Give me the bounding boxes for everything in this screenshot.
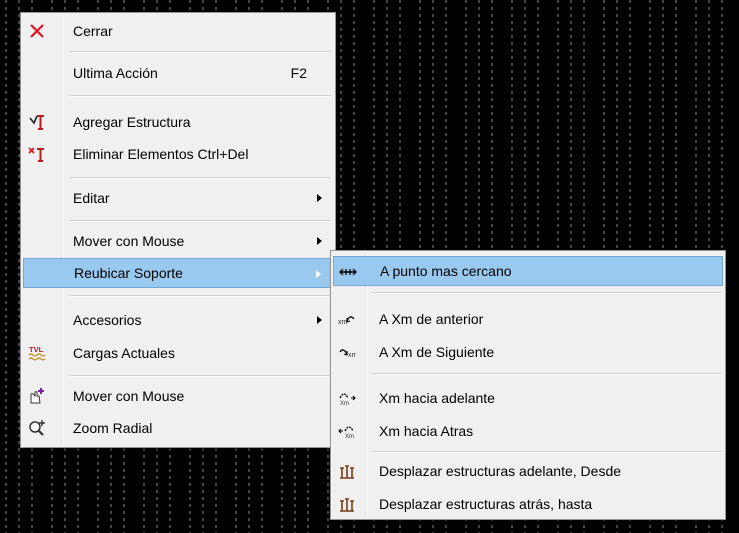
shift-forward-icon [335,459,359,483]
menu-separator [371,373,721,375]
close-icon [25,19,49,43]
svg-text:Xm: Xm [345,434,354,439]
submenu-item-xm-anterior[interactable]: xm A Xm de anterior [333,304,723,334]
submenu-item-label: Desplazar estructuras adelante, Desde [379,463,622,479]
submenu-item-xm-adelante[interactable]: Xm Xm hacia adelante [333,383,723,413]
menu-separator [69,51,331,53]
xm-forward-icon: Xm [335,386,359,410]
add-structure-icon [25,110,49,134]
submenu-item-label: Xm hacia adelante [379,390,495,406]
menu-item-label: Ultima Acción [73,65,158,81]
submenu-item-label: Desplazar estructuras atrás, hasta [379,496,593,512]
menu-item-label: Cargas Actuales [73,345,175,361]
menu-item-label: Accesorios [73,312,142,328]
submenu-item-xm-siguiente[interactable]: xm A Xm de Siguiente [333,337,723,367]
submenu-item-label: A Xm de anterior [379,311,484,327]
move-mouse-icon [25,384,49,408]
menu-separator [69,295,331,297]
menu-item-label: Reubicar Soporte [74,265,183,281]
menu-item-label: Agregar Estructura [73,114,191,130]
menu-item-eliminar-elementos[interactable]: Eliminar Elementos Ctrl+Del [23,139,333,169]
submenu-arrow-icon [317,237,322,245]
nearest-point-icon [336,260,360,284]
menu-item-label: Mover con Mouse [73,233,185,249]
menu-separator [371,292,721,294]
menu-item-cerrar[interactable]: Cerrar [23,16,333,46]
menu-item-reubicar-soporte[interactable]: Reubicar Soporte [23,258,333,288]
submenu-item-label: A punto mas cercano [380,263,512,279]
shortcut-label: F2 [290,65,307,81]
submenu-item-desplazar-atras[interactable]: Desplazar estructuras atrás, hasta [333,489,723,519]
menu-item-editar[interactable]: Editar [23,183,333,213]
submenu-item-label: A Xm de Siguiente [379,344,495,360]
menu-separator [69,220,331,222]
menu-item-label: Zoom Radial [73,420,153,436]
svg-text:TVL: TVL [29,345,44,354]
shift-backward-icon [335,492,359,516]
menu-separator [371,451,721,453]
xm-backward-icon: Xm [335,419,359,443]
submenu-arrow-icon [317,194,322,202]
zoom-radial-icon [25,416,49,440]
menu-item-accesorios[interactable]: Accesorios [23,305,333,335]
submenu-item-desplazar-adelante[interactable]: Desplazar estructuras adelante, Desde [333,456,723,486]
submenu-item-xm-atras[interactable]: Xm Xm hacia Atras [333,416,723,446]
xm-previous-icon: xm [335,307,359,331]
xm-next-icon: xm [335,340,359,364]
loads-icon: TVL [25,341,49,365]
submenu-arrow-icon [316,270,321,278]
menu-item-label: Eliminar Elementos Ctrl+Del [73,146,248,162]
menu-separator [69,95,331,97]
menu-item-zoom-radial[interactable]: Zoom Radial [23,413,333,443]
submenu-item-punto-mas-cercano[interactable]: A punto mas cercano [333,256,723,286]
menu-item-label: Editar [73,190,110,206]
svg-text:xm: xm [338,319,348,326]
submenu-arrow-icon [317,316,322,324]
menu-item-label: Cerrar [73,23,113,39]
menu-item-mover-con-mouse[interactable]: Mover con Mouse [23,226,333,256]
menu-item-label: Mover con Mouse [73,388,185,404]
menu-item-agregar-estructura[interactable]: Agregar Estructura [23,107,333,137]
submenu-item-label: Xm hacia Atras [379,423,474,439]
menu-item-cargas-actuales[interactable]: TVL Cargas Actuales [23,338,333,368]
menu-separator [69,375,331,377]
menu-separator [69,177,331,179]
menu-item-mover-con-mouse-2[interactable]: Mover con Mouse [23,381,333,411]
svg-text:Xm: Xm [340,401,349,406]
shortcut-label: Ctrl+Del [197,146,249,162]
svg-text:xm: xm [348,352,356,359]
submenu-reubicar-soporte: A punto mas cercano xm A Xm de anterior … [330,250,726,520]
context-menu: Cerrar Ultima Acción F2 Agregar Estructu… [20,12,336,448]
label-text: Eliminar Elementos [73,146,194,162]
delete-elements-icon [25,142,49,166]
menu-item-ultima-accion[interactable]: Ultima Acción F2 [23,58,333,88]
